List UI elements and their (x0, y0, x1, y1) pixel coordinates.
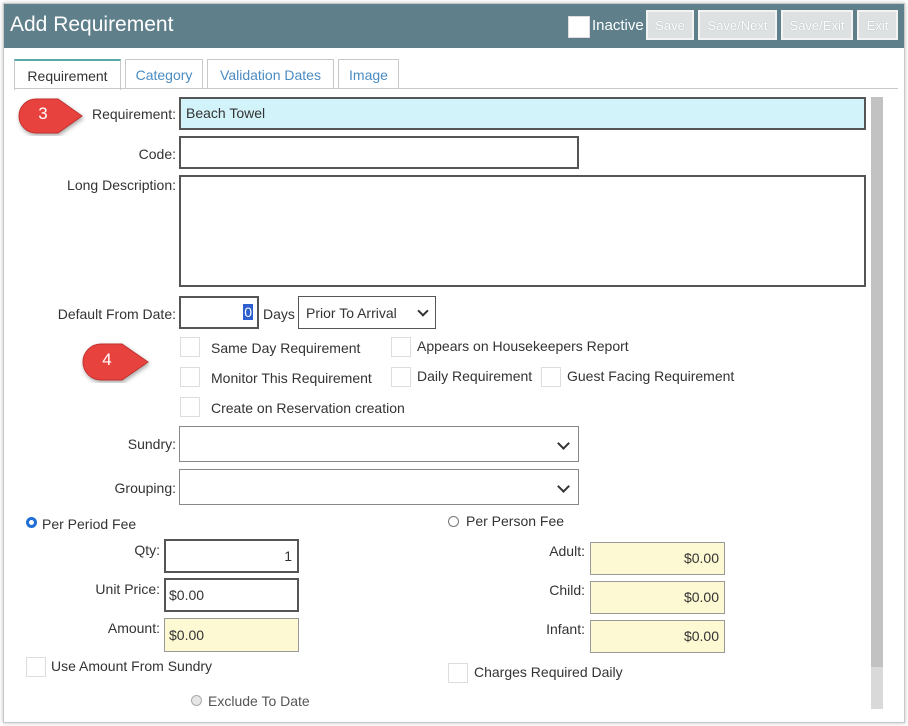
title-bar: Add Requirement Inactive Save Save/Next … (4, 4, 904, 48)
inactive-label: Inactive (592, 17, 644, 34)
sundry-select[interactable] (179, 426, 579, 462)
same-day-requirement-checkbox[interactable] (180, 337, 200, 357)
code-label: Code: (138, 146, 176, 162)
housekeepers-report-checkbox[interactable] (391, 337, 411, 357)
daily-requirement-label: Daily Requirement (417, 368, 533, 384)
save-exit-button[interactable]: Save/Exit (781, 10, 853, 40)
daily-requirement-checkbox[interactable] (391, 367, 411, 387)
default-from-date-input[interactable]: 0 (179, 296, 259, 329)
exclude-to-date-radio[interactable] (191, 695, 202, 706)
use-amount-from-sundry-label: Use Amount From Sundry (51, 658, 213, 674)
infant-input: $0.00 (590, 620, 725, 653)
charges-required-daily-label: Charges Required Daily (474, 664, 623, 680)
exit-button[interactable]: Exit (857, 10, 898, 40)
dialog: Add Requirement Inactive Save Save/Next … (3, 3, 905, 723)
per-person-fee-label: Per Person Fee (466, 513, 565, 529)
per-person-fee-radio[interactable] (448, 516, 459, 527)
default-from-date-value: 0 (243, 304, 253, 320)
days-label: Days (263, 306, 295, 322)
housekeepers-report-label: Appears on Housekeepers Report (417, 338, 629, 354)
inactive-checkbox[interactable] (568, 16, 590, 38)
tab-category[interactable]: Category (125, 59, 203, 89)
unit-price-input[interactable]: $0.00 (164, 578, 299, 612)
tab-requirement[interactable]: Requirement (14, 59, 121, 90)
tab-validation-dates[interactable]: Validation Dates (207, 59, 334, 89)
vertical-scrollbar-thumb[interactable] (871, 97, 883, 667)
create-on-reservation-label: Create on Reservation creation (211, 400, 405, 416)
long-description-label: Long Description: (67, 177, 176, 193)
guest-facing-requirement-label: Guest Facing Requirement (567, 368, 735, 384)
save-button[interactable]: Save (646, 10, 694, 40)
prior-to-arrival-value: Prior To Arrival (306, 305, 397, 321)
amount-input: $0.00 (164, 618, 299, 652)
charges-required-daily-checkbox[interactable] (448, 663, 468, 683)
infant-label: Infant: (546, 621, 585, 637)
per-period-fee-label: Per Period Fee (42, 516, 137, 532)
adult-label: Adult: (549, 543, 585, 559)
sundry-label: Sundry: (127, 436, 176, 452)
same-day-requirement-label: Same Day Requirement (211, 340, 361, 356)
prior-to-arrival-select[interactable]: Prior To Arrival (298, 296, 436, 329)
default-from-date-label: Default From Date: (57, 306, 176, 322)
chevron-down-icon (417, 305, 429, 317)
chevron-down-icon (557, 480, 570, 493)
bottom-edge (4, 708, 904, 722)
use-amount-from-sundry-checkbox[interactable] (26, 657, 46, 677)
qty-label: Qty: (134, 542, 160, 558)
code-input[interactable] (179, 136, 579, 169)
qty-input[interactable]: 1 (164, 539, 299, 573)
grouping-label: Grouping: (114, 480, 176, 496)
exclude-to-date-label: Exclude To Date (208, 693, 310, 708)
adult-input: $0.00 (590, 542, 725, 575)
step-marker-4-label: 4 (102, 350, 112, 369)
save-next-button[interactable]: Save/Next (698, 10, 777, 40)
child-input: $0.00 (590, 581, 725, 614)
amount-label: Amount: (107, 620, 160, 636)
create-on-reservation-checkbox[interactable] (180, 397, 200, 417)
guest-facing-requirement-checkbox[interactable] (541, 367, 561, 387)
monitor-requirement-checkbox[interactable] (180, 367, 200, 387)
monitor-requirement-label: Monitor This Requirement (211, 370, 372, 386)
unit-price-label: Unit Price: (95, 581, 160, 597)
tab-divider (14, 88, 898, 89)
grouping-select[interactable] (179, 469, 579, 505)
per-period-fee-radio[interactable] (26, 517, 37, 528)
child-label: Child: (549, 582, 585, 598)
requirement-label: Requirement: (91, 106, 176, 122)
requirement-input[interactable]: Beach Towel (179, 97, 866, 130)
chevron-down-icon (557, 437, 570, 450)
long-description-textarea[interactable] (179, 175, 866, 287)
clipped-row: Exclude To Date (4, 688, 870, 708)
tab-image[interactable]: Image (338, 59, 399, 89)
dialog-title: Add Requirement (10, 13, 174, 36)
